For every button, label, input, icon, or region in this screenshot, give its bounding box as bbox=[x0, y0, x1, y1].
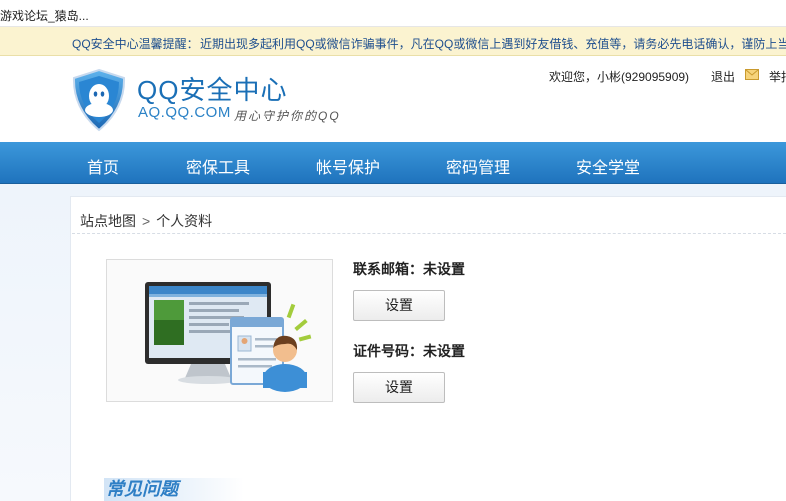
breadcrumb-home-link[interactable]: 站点地图 bbox=[80, 213, 136, 229]
logo-title[interactable]: QQ安全中心 bbox=[137, 70, 287, 107]
set-email-button[interactable]: 设置 bbox=[353, 290, 445, 321]
breadcrumb-divider bbox=[72, 233, 786, 234]
notice-text: 近期出现多起利用QQ或微信诈骗事件，凡在QQ或微信上遇到好友借钱、充值等，请务必… bbox=[200, 37, 786, 51]
id-number-status-label: 证件号码：未设置 bbox=[353, 343, 465, 359]
nav-item-password-management[interactable]: 密码管理 bbox=[446, 154, 510, 178]
qq-shield-logo-icon[interactable] bbox=[70, 68, 128, 132]
breadcrumb-current: 个人资料 bbox=[156, 213, 213, 229]
browser-tab-title[interactable]: 游戏论坛_猿岛... bbox=[0, 7, 89, 24]
nav-item-security-school[interactable]: 安全学堂 bbox=[576, 154, 640, 178]
welcome-text: 欢迎您，小彬(929095909) bbox=[549, 70, 690, 84]
report-link[interactable]: 举报 bbox=[769, 68, 786, 85]
logout-link[interactable]: 退出 bbox=[711, 68, 735, 85]
nav-item-security-tools[interactable]: 密保工具 bbox=[186, 154, 250, 178]
logo-slogan: 用心守护你的QQ bbox=[234, 109, 341, 123]
profile-illustration bbox=[106, 259, 333, 402]
nav-item-home[interactable]: 首页 bbox=[87, 154, 119, 178]
set-id-number-button[interactable]: 设置 bbox=[353, 372, 445, 403]
notice-label: QQ安全中心温馨提醒： bbox=[72, 37, 199, 51]
logo-domain: AQ.QQ.COM bbox=[138, 104, 231, 121]
computer-profile-illustration-icon bbox=[145, 282, 312, 392]
email-status-label: 联系邮箱：未设置 bbox=[353, 261, 465, 277]
breadcrumb-separator: > bbox=[142, 213, 151, 229]
faq-section-title: 常见问题 bbox=[104, 478, 244, 501]
breadcrumb: 站点地图 > 个人资料 bbox=[80, 211, 212, 231]
browser-title-bar: 游戏论坛_猿岛... bbox=[0, 0, 786, 27]
nav-item-account-protection[interactable]: 帐号保护 bbox=[316, 154, 380, 178]
main-nav: 首页 密保工具 帐号保护 密码管理 安全学堂 bbox=[0, 142, 786, 184]
mail-icon[interactable] bbox=[745, 69, 759, 80]
site-header: QQ安全中心 AQ.QQ.COM 用心守护你的QQ 欢迎您，小彬(9290959… bbox=[0, 56, 786, 142]
notice-bar: QQ安全中心温馨提醒： 近期出现多起利用QQ或微信诈骗事件，凡在QQ或微信上遇到… bbox=[0, 27, 786, 56]
